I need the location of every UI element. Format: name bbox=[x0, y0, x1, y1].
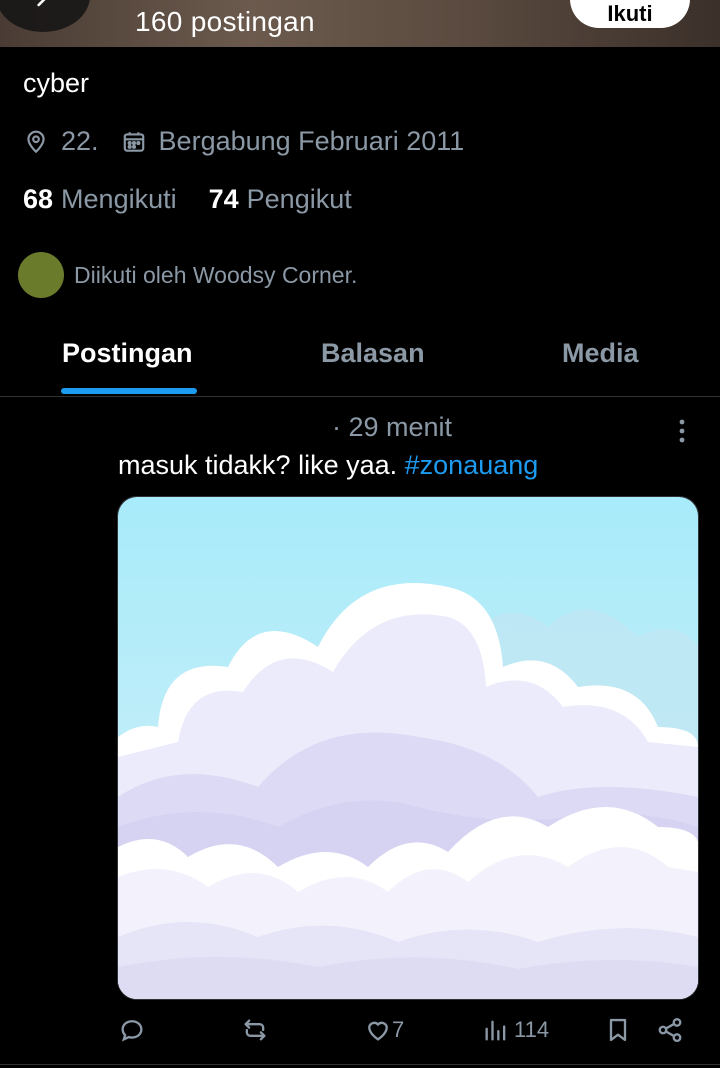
following-label[interactable]: Mengikuti bbox=[61, 184, 177, 215]
posts-count: 160 postingan bbox=[135, 6, 315, 37]
followed-by-text: Diikuti oleh Woodsy Corner. bbox=[74, 261, 358, 288]
post-image[interactable] bbox=[117, 496, 699, 1000]
profile-header: 160 postingan Ikuti bbox=[0, 0, 720, 47]
follow-button[interactable]: Ikuti bbox=[570, 0, 690, 28]
post-body: masuk tidakk? like yaa. bbox=[118, 450, 398, 480]
share-icon bbox=[658, 1017, 682, 1043]
post-text: masuk tidakk? like yaa. #zonauang bbox=[118, 450, 538, 481]
post-hashtag[interactable]: #zonauang bbox=[405, 450, 539, 480]
share-button[interactable] bbox=[656, 1016, 684, 1044]
tab-balasan[interactable]: Balasan bbox=[321, 338, 425, 369]
location-text: 22. bbox=[61, 126, 99, 156]
location-item: 22. bbox=[23, 126, 99, 157]
reply-button[interactable] bbox=[118, 1016, 146, 1044]
following-count[interactable]: 68 bbox=[23, 184, 53, 215]
post-timestamp[interactable]: · 29 menit bbox=[332, 412, 452, 443]
joined-item: Bergabung Februari 2011 bbox=[121, 126, 465, 157]
repost-icon bbox=[244, 1019, 266, 1041]
more-vertical-icon[interactable] bbox=[670, 416, 694, 446]
reply-icon bbox=[121, 1020, 143, 1042]
joined-text: Bergabung Februari 2011 bbox=[158, 126, 465, 156]
post-actions: 7 114 bbox=[0, 1010, 720, 1060]
profile-tabs: Postingan Balasan Media bbox=[0, 330, 720, 397]
divider bbox=[0, 1064, 720, 1065]
bookmark-icon bbox=[609, 1018, 627, 1042]
active-tab-indicator bbox=[61, 388, 197, 394]
like-count: 7 bbox=[392, 1017, 405, 1042]
arrow-left-icon bbox=[37, 0, 46, 7]
followers-count[interactable]: 74 bbox=[209, 184, 239, 215]
views-button[interactable]: 114 bbox=[482, 1016, 549, 1044]
views-icon bbox=[485, 1020, 506, 1041]
profile-meta: 22. Bergabung Februari 2011 bbox=[23, 126, 486, 157]
calendar-icon bbox=[121, 129, 147, 155]
followed-by[interactable]: Diikuti oleh Woodsy Corner. bbox=[18, 252, 357, 298]
avatar bbox=[18, 252, 64, 298]
cloud-illustration bbox=[118, 497, 698, 999]
bookmark-button[interactable] bbox=[604, 1016, 632, 1044]
profile-name: cyber bbox=[23, 68, 90, 98]
view-count: 114 bbox=[514, 1017, 550, 1042]
heart-icon bbox=[368, 1021, 388, 1041]
like-button[interactable]: 7 bbox=[364, 1016, 404, 1044]
followers-label[interactable]: Pengikut bbox=[247, 184, 352, 215]
follow-stats: 68 Mengikuti 74 Pengikut bbox=[23, 184, 384, 215]
location-pin-icon bbox=[23, 129, 49, 155]
tab-media[interactable]: Media bbox=[562, 338, 639, 369]
tab-postingan[interactable]: Postingan bbox=[62, 338, 193, 369]
back-button[interactable] bbox=[0, 0, 90, 32]
repost-button[interactable] bbox=[241, 1016, 269, 1044]
